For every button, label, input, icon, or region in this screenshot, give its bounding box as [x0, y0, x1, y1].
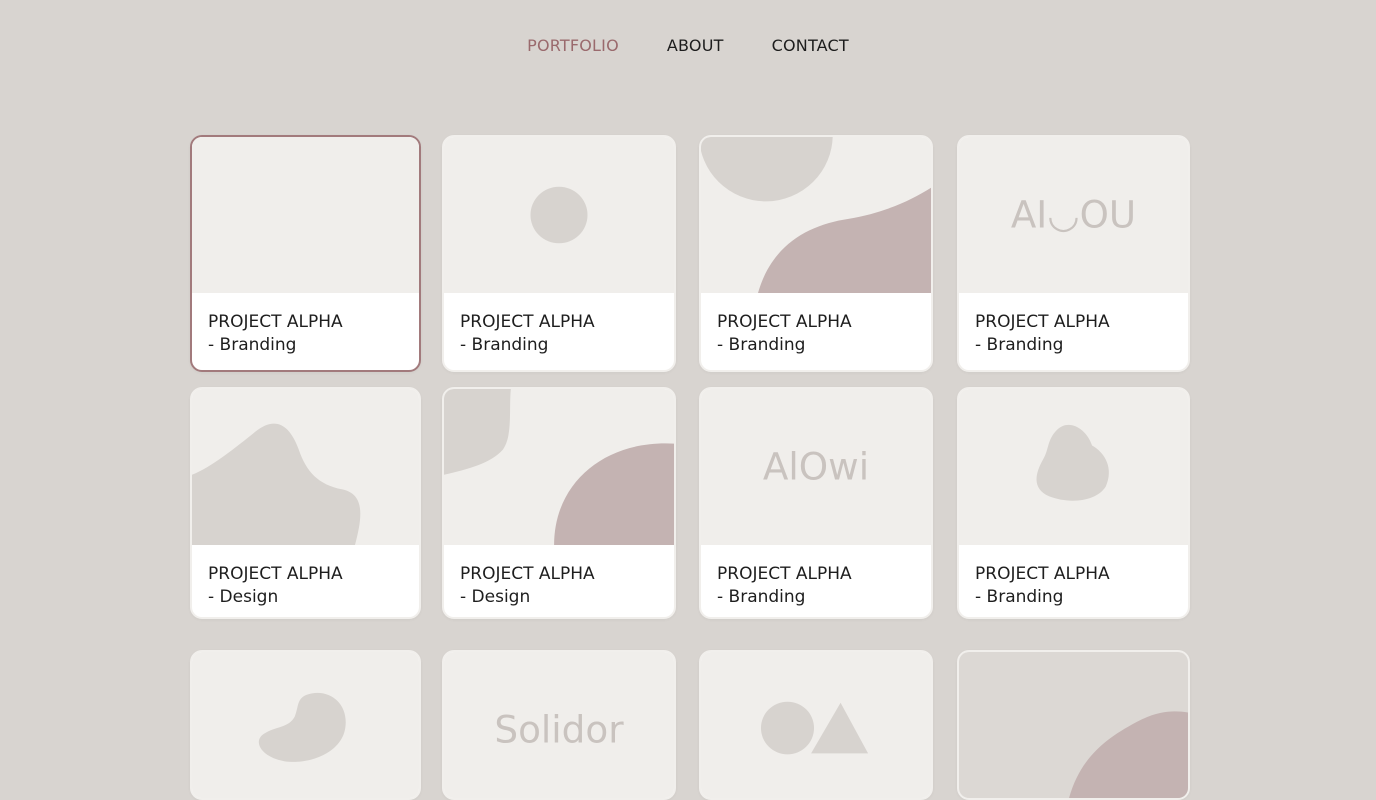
- project-card[interactable]: PROJECT ALPHA - Design: [190, 387, 421, 619]
- project-card[interactable]: AlOwi PROJECT ALPHA - Branding: [699, 387, 933, 619]
- logo-graphic: AlOwi: [763, 445, 869, 489]
- project-thumbnail: Solidor: [444, 652, 674, 798]
- project-thumbnail: AlOwi: [701, 389, 931, 545]
- project-thumbnail: [959, 652, 1188, 798]
- project-title: PROJECT ALPHA: [975, 564, 1110, 584]
- project-caption: PROJECT ALPHA - Branding: [717, 311, 852, 357]
- blob-shape: [258, 692, 346, 762]
- logo-graphic: Solidor: [494, 708, 624, 752]
- project-thumbnail: [192, 652, 419, 798]
- project-card[interactable]: [957, 650, 1190, 800]
- blob-shape: [1036, 424, 1109, 501]
- project-caption: PROJECT ALPHA - Branding: [460, 311, 595, 357]
- project-thumbnail: [701, 137, 931, 293]
- project-category: - Branding: [975, 335, 1064, 355]
- nav-contact-link[interactable]: CONTACT: [772, 34, 849, 58]
- project-category: - Branding: [717, 587, 806, 607]
- project-thumbnail: [444, 137, 674, 293]
- project-caption: PROJECT ALPHA - Branding: [975, 563, 1110, 609]
- project-category: - Design: [460, 587, 531, 607]
- project-title: PROJECT ALPHA: [717, 564, 852, 584]
- thumbnail-graphic: [192, 137, 419, 293]
- project-card[interactable]: Solidor: [442, 650, 676, 800]
- project-category: - Branding: [717, 335, 806, 355]
- semicircle-shape: [554, 443, 674, 545]
- circle-shape: [530, 186, 588, 244]
- nav-about-link[interactable]: ABOUT: [667, 34, 724, 58]
- project-card[interactable]: PROJECT ALPHA - Branding: [699, 135, 933, 372]
- project-title: PROJECT ALPHA: [460, 564, 595, 584]
- wave-shape: [758, 187, 931, 293]
- project-title: PROJECT ALPHA: [208, 564, 343, 584]
- thumbnail-graphic: [258, 692, 346, 762]
- project-thumbnail: AI◡OU: [959, 137, 1188, 293]
- thumbnail-graphic: [530, 186, 588, 244]
- triangle-shape: [811, 702, 869, 754]
- project-thumbnail: [444, 389, 674, 545]
- hill-shape: [192, 423, 361, 545]
- project-title: PROJECT ALPHA: [208, 312, 343, 332]
- thumbnail-graphic: [701, 137, 931, 293]
- logo-text: AI◡OU: [1011, 194, 1136, 237]
- logo-text: Solidor: [494, 708, 624, 752]
- project-title: PROJECT ALPHA: [460, 312, 595, 332]
- project-caption: PROJECT ALPHA - Branding: [717, 563, 852, 609]
- thumbnail-graphic: [760, 701, 869, 755]
- project-card[interactable]: [699, 650, 933, 800]
- project-card[interactable]: PROJECT ALPHA - Design: [442, 387, 676, 619]
- project-title: PROJECT ALPHA: [975, 312, 1110, 332]
- project-card[interactable]: PROJECT ALPHA - Branding: [957, 387, 1190, 619]
- project-caption: PROJECT ALPHA - Design: [460, 563, 595, 609]
- project-thumbnail: [959, 389, 1188, 545]
- project-thumbnail: [192, 389, 419, 545]
- project-caption: PROJECT ALPHA - Design: [208, 563, 343, 609]
- top-navigation: PORTFOLIO ABOUT CONTACT: [0, 34, 1376, 58]
- project-card[interactable]: PROJECT ALPHA - Branding: [190, 135, 421, 372]
- project-caption: PROJECT ALPHA - Branding: [975, 311, 1110, 357]
- project-thumbnail: [701, 652, 931, 798]
- nav-portfolio-link[interactable]: PORTFOLIO: [527, 34, 619, 58]
- project-card[interactable]: [190, 650, 421, 800]
- project-thumbnail: [192, 137, 419, 293]
- project-card[interactable]: AI◡OU PROJECT ALPHA - Branding: [957, 135, 1190, 372]
- thumbnail-graphic: [959, 652, 1188, 798]
- abstract-shape: [444, 389, 511, 475]
- thumbnail-graphic: [444, 389, 674, 545]
- project-title: PROJECT ALPHA: [717, 312, 852, 332]
- logo-graphic: AI◡OU: [1011, 194, 1136, 237]
- project-card[interactable]: PROJECT ALPHA - Branding: [442, 135, 676, 372]
- thumbnail-graphic: [192, 423, 361, 545]
- project-caption: PROJECT ALPHA - Branding: [208, 311, 343, 357]
- project-category: - Design: [208, 587, 279, 607]
- project-category: - Branding: [975, 587, 1064, 607]
- project-category: - Branding: [208, 335, 297, 355]
- thumbnail-graphic: [1036, 424, 1109, 501]
- circle-shape: [760, 701, 815, 755]
- circle-shape: [701, 137, 833, 202]
- project-category: - Branding: [460, 335, 549, 355]
- logo-text: AlOwi: [763, 445, 869, 489]
